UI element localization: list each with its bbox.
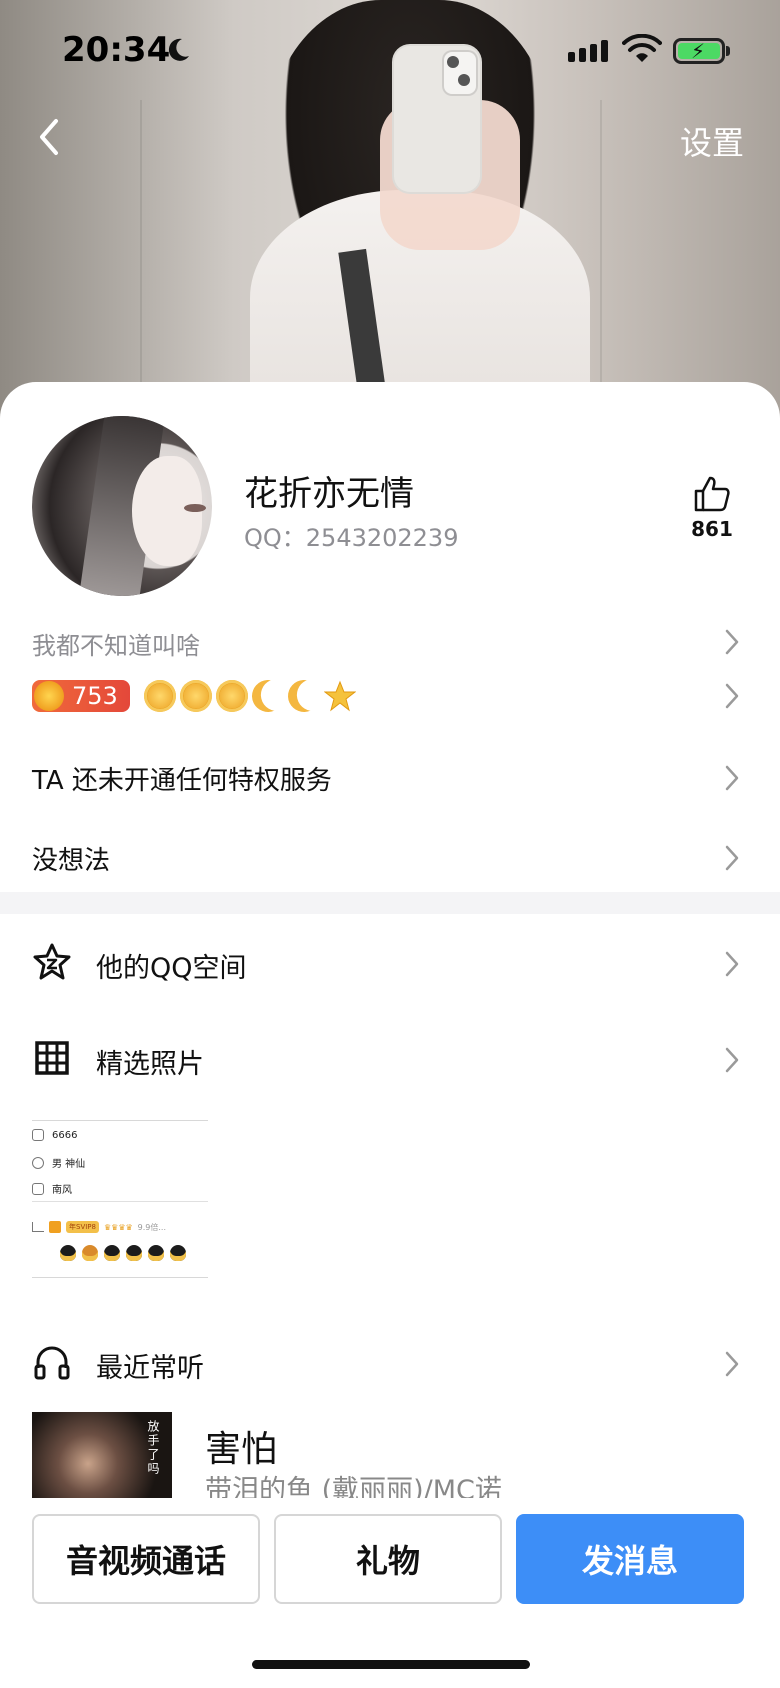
status-time: 20:34 xyxy=(62,30,171,70)
nickname: 花折亦无情 xyxy=(244,474,414,514)
headphones-icon xyxy=(34,1346,70,1380)
photo-thumbnail[interactable]: 6666 男 神仙 南风 年SVIP8 ♛♛♛♛ 9.9倍... xyxy=(32,1120,208,1278)
qq-zone-label: 他的QQ空间 xyxy=(96,953,247,984)
song-title[interactable]: 害怕 xyxy=(205,1420,277,1472)
song-cover[interactable]: 放手了吗 xyxy=(32,1412,172,1498)
recent-music-row[interactable]: 最近常听 xyxy=(0,1340,780,1390)
moon-icon xyxy=(168,38,189,61)
send-message-button[interactable]: 发消息 xyxy=(516,1514,744,1604)
thumb-line: 南风 xyxy=(32,1181,72,1196)
song-artist: 带泪的鱼 (戴丽丽)/MC诺 xyxy=(205,1475,502,1498)
selected-photos-label: 精选照片 xyxy=(96,1049,204,1080)
chevron-right-icon xyxy=(724,764,740,792)
chevron-right-icon xyxy=(724,682,740,710)
grid-icon xyxy=(35,1041,69,1075)
level-badge: 753 xyxy=(32,680,130,712)
chevron-right-icon xyxy=(724,950,740,978)
moon-icon xyxy=(247,675,288,716)
thumb-tags: 年SVIP8 ♛♛♛♛ 9.9倍... xyxy=(32,1221,166,1233)
level-row[interactable]: 753 xyxy=(0,680,780,724)
video-call-button[interactable]: 音视频通话 xyxy=(32,1514,260,1604)
selected-photos-row[interactable]: 精选照片 xyxy=(0,1036,780,1086)
mood-text: 没想法 xyxy=(32,846,111,876)
sun-icon xyxy=(180,680,212,712)
qq-number[interactable]: QQ：2543202239 xyxy=(244,518,458,553)
signature-text: 我都不知道叫啥 xyxy=(32,632,200,660)
signal-icon xyxy=(568,40,608,62)
qq-zone-row[interactable]: 他的QQ空间 xyxy=(0,940,780,990)
chevron-right-icon xyxy=(724,628,740,656)
level-icons xyxy=(144,680,356,712)
qzone-star-icon xyxy=(33,943,71,980)
song-cover-text: 放手了吗 xyxy=(146,1420,160,1476)
thumb-line: 男 神仙 xyxy=(32,1155,85,1170)
settings-button[interactable]: 设置 xyxy=(680,118,744,164)
thumb-line: 6666 xyxy=(32,1129,77,1141)
gift-button[interactable]: 礼物 xyxy=(274,1514,502,1604)
status-bar: 20:34 ⚡ xyxy=(0,0,780,100)
chevron-right-icon xyxy=(724,1350,740,1378)
chevron-right-icon xyxy=(724,1046,740,1074)
penguin-coin-icon xyxy=(34,681,64,711)
thumbs-up-icon[interactable] xyxy=(692,474,732,514)
mood-row[interactable]: 没想法 xyxy=(0,836,780,880)
home-indicator[interactable] xyxy=(252,1660,530,1669)
section-divider xyxy=(0,892,780,914)
thumb-divider xyxy=(32,1201,208,1202)
avatar[interactable] xyxy=(32,416,212,596)
sun-icon xyxy=(216,680,248,712)
wifi-icon xyxy=(622,34,662,62)
signature-row[interactable]: 我都不知道叫啥 xyxy=(0,622,780,662)
chevron-right-icon xyxy=(724,844,740,872)
privilege-text: TA 还未开通任何特权服务 xyxy=(32,766,332,796)
recent-music-label: 最近常听 xyxy=(96,1353,204,1384)
moon-icon xyxy=(283,675,324,716)
chevron-left-icon[interactable] xyxy=(34,115,64,159)
like-count: 861 xyxy=(691,517,733,541)
level-value: 753 xyxy=(72,682,118,710)
privilege-row[interactable]: TA 还未开通任何特权服务 xyxy=(0,756,780,800)
star-icon xyxy=(324,680,356,712)
sun-icon xyxy=(144,680,176,712)
battery-charging-icon: ⚡ xyxy=(673,38,725,64)
battery-tip xyxy=(726,46,730,56)
thumb-badges xyxy=(60,1245,186,1261)
